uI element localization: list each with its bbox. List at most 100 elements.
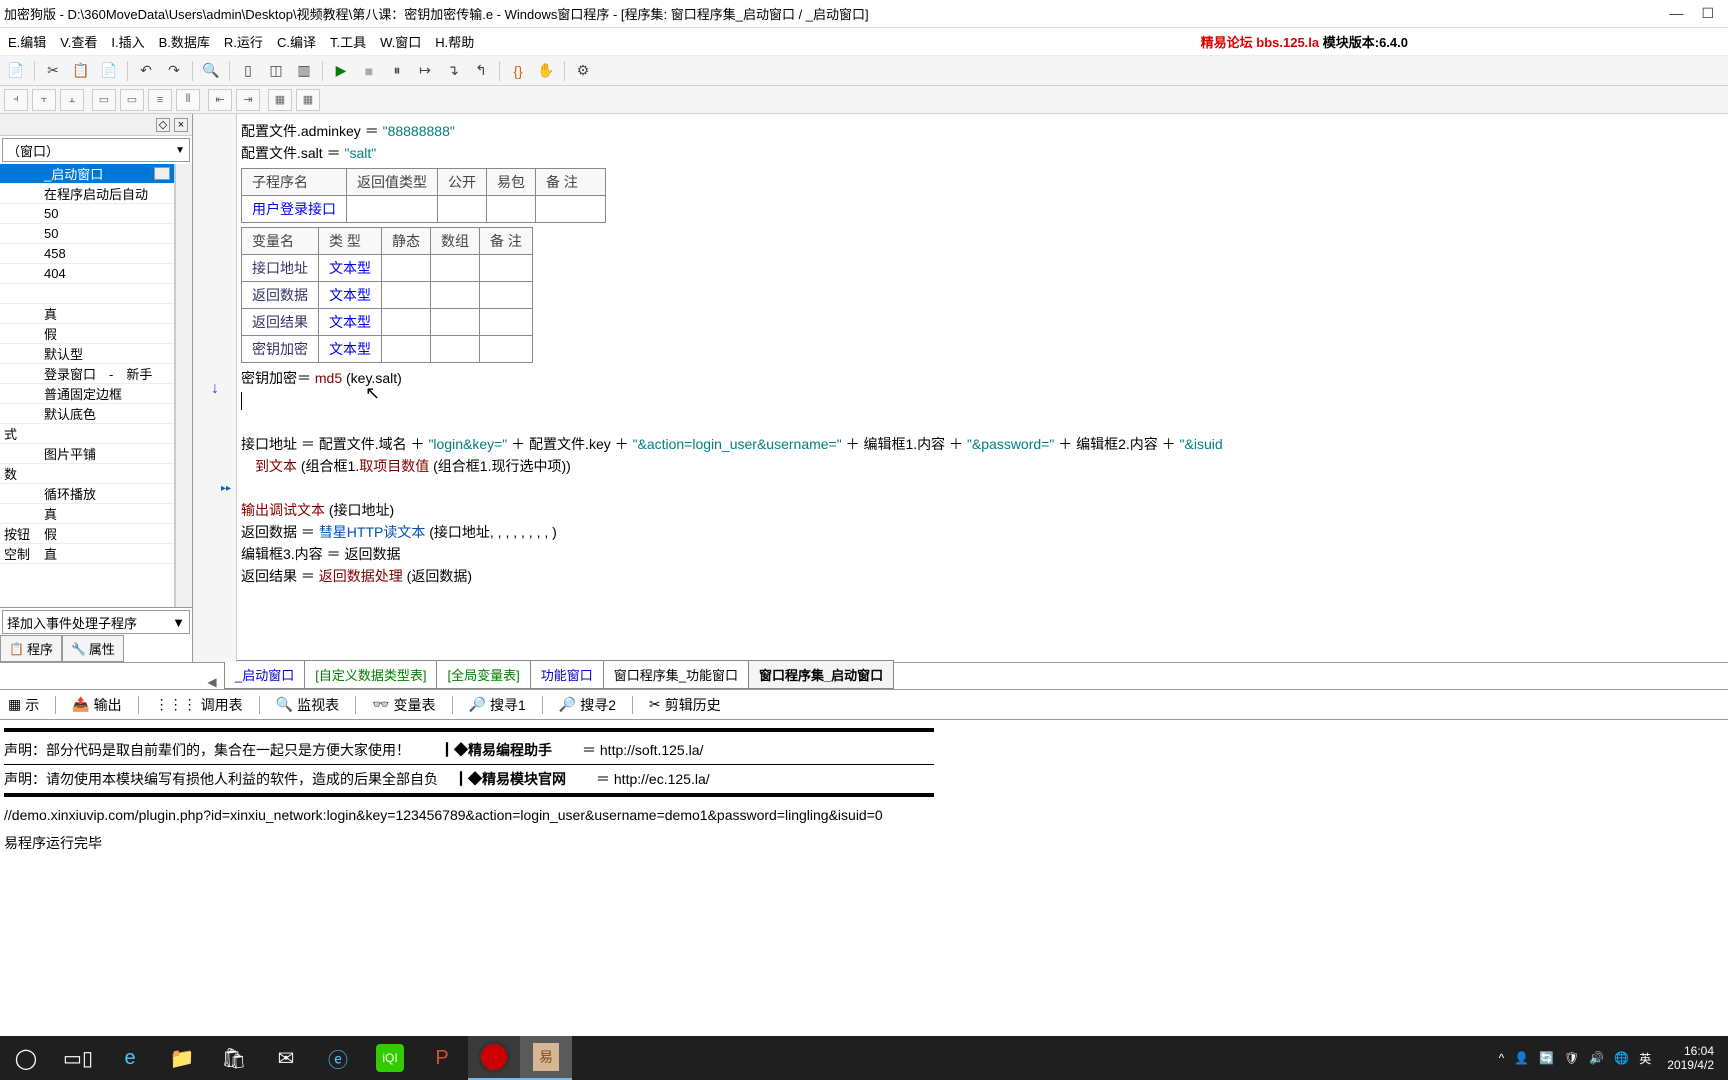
tab-custom-types[interactable]: [自定义数据类型表] bbox=[304, 660, 437, 689]
tray-net-icon[interactable]: 🌐 bbox=[1614, 1051, 1629, 1065]
tab-program[interactable]: 📋程序 bbox=[0, 635, 62, 662]
btab-search2[interactable]: 🔎搜寻2 bbox=[555, 693, 620, 717]
store-icon[interactable]: 🛍 bbox=[208, 1036, 260, 1080]
tool-new-icon[interactable]: 📄 bbox=[4, 59, 28, 83]
property-row[interactable]: 图片平铺 bbox=[0, 444, 174, 464]
powerpoint-icon[interactable]: P bbox=[416, 1036, 468, 1080]
step-icon[interactable]: ↦ bbox=[413, 59, 437, 83]
menu-insert[interactable]: I.插入 bbox=[111, 32, 144, 51]
paste-icon[interactable]: 📄 bbox=[97, 59, 121, 83]
minimize-button[interactable]: — bbox=[1669, 5, 1683, 22]
property-row[interactable]: 在程序启动后自动 bbox=[0, 184, 174, 204]
btab-vars[interactable]: 👓变量表 bbox=[368, 693, 439, 717]
stepout-icon[interactable]: ↰ bbox=[469, 59, 493, 83]
panel-pin-icon[interactable]: ◇ bbox=[156, 118, 170, 132]
tab-assembly-func[interactable]: 窗口程序集_功能窗口 bbox=[603, 660, 749, 689]
align6-icon[interactable]: ≡ bbox=[148, 89, 172, 111]
taskview-icon[interactable]: ▭▯ bbox=[52, 1036, 104, 1080]
undo-icon[interactable]: ↶ bbox=[134, 59, 158, 83]
btab-hint[interactable]: ▦示 bbox=[4, 693, 43, 717]
stop-icon[interactable]: ■ bbox=[357, 59, 381, 83]
property-row[interactable]: 真 bbox=[0, 304, 174, 324]
property-row[interactable]: 50 bbox=[0, 204, 174, 224]
align10-icon[interactable]: ▦ bbox=[268, 89, 292, 111]
tab-func-window[interactable]: 功能窗口 bbox=[530, 660, 604, 689]
menu-edit[interactable]: E.编辑 bbox=[8, 32, 46, 51]
hand-icon[interactable]: ✋ bbox=[534, 59, 558, 83]
btab-watch[interactable]: 🔍监视表 bbox=[272, 693, 343, 717]
pause-icon[interactable]: ⏸ bbox=[385, 59, 409, 83]
edge-icon[interactable]: e bbox=[104, 1036, 156, 1080]
object-selector[interactable]: （窗口） ▼ bbox=[2, 138, 190, 162]
align4-icon[interactable]: ▭ bbox=[92, 89, 116, 111]
tray-clock[interactable]: 16:042019/4/2 bbox=[1661, 1044, 1720, 1072]
align9-icon[interactable]: ⇥ bbox=[236, 89, 260, 111]
property-row[interactable]: 空制直 bbox=[0, 544, 174, 564]
layout2-icon[interactable]: ◫ bbox=[264, 59, 288, 83]
property-row[interactable]: 默认型 bbox=[0, 344, 174, 364]
menu-run[interactable]: R.运行 bbox=[224, 32, 263, 51]
btab-clip[interactable]: ✂剪辑历史 bbox=[645, 693, 725, 717]
panel-close-icon[interactable]: × bbox=[174, 118, 188, 132]
btab-calltable[interactable]: ⋮⋮⋮调用表 bbox=[151, 693, 247, 717]
tray-people-icon[interactable]: 👤 bbox=[1514, 1051, 1529, 1065]
align5-icon[interactable]: ▭ bbox=[120, 89, 144, 111]
property-row[interactable]: 数 bbox=[0, 464, 174, 484]
explorer-icon[interactable]: 📁 bbox=[156, 1036, 208, 1080]
tab-scroll-left-icon[interactable]: ◀ bbox=[200, 675, 224, 689]
scrollbar[interactable] bbox=[175, 164, 192, 607]
tray-ime[interactable]: 英 bbox=[1639, 1050, 1651, 1067]
align11-icon[interactable]: ▦ bbox=[296, 89, 320, 111]
gear-icon[interactable]: ⚙ bbox=[571, 59, 595, 83]
btab-output[interactable]: 📤输出 bbox=[68, 693, 125, 717]
property-row[interactable]: 普通固定边框 bbox=[0, 384, 174, 404]
menu-view[interactable]: V.查看 bbox=[60, 32, 97, 51]
property-grid[interactable]: _启动窗口…在程序启动后自动5050458404真假默认型登录窗口 - 新手普通… bbox=[0, 164, 192, 607]
menu-window[interactable]: W.窗口 bbox=[380, 32, 421, 51]
menu-compile[interactable]: C.编译 bbox=[277, 32, 316, 51]
property-row[interactable]: 循环播放 bbox=[0, 484, 174, 504]
maximize-button[interactable]: ☐ bbox=[1701, 5, 1714, 22]
system-tray[interactable]: ^ 👤 🔄 🛡 🔊 🌐 英 16:042019/4/2 bbox=[1499, 1044, 1728, 1072]
tray-sync-icon[interactable]: 🔄 bbox=[1539, 1051, 1554, 1065]
redo-icon[interactable]: ↷ bbox=[162, 59, 186, 83]
menu-database[interactable]: B.数据库 bbox=[159, 32, 210, 51]
align3-icon[interactable]: ⫠ bbox=[60, 89, 84, 111]
cut-icon[interactable]: ✂ bbox=[41, 59, 65, 83]
iqiyi-icon[interactable]: iQI bbox=[376, 1044, 404, 1072]
ie-icon[interactable]: ⓔ bbox=[312, 1036, 364, 1080]
property-row[interactable]: 404 bbox=[0, 264, 174, 284]
property-row[interactable] bbox=[0, 284, 174, 304]
property-row[interactable]: 50 bbox=[0, 224, 174, 244]
property-row[interactable]: 式 bbox=[0, 424, 174, 444]
record-app-icon[interactable] bbox=[468, 1036, 520, 1080]
add-event-combo[interactable]: 择加入事件处理子程序 ▼ bbox=[2, 610, 190, 634]
braces-icon[interactable]: {} bbox=[506, 59, 530, 83]
tray-up-icon[interactable]: ^ bbox=[1499, 1051, 1505, 1065]
output-panel[interactable]: 声明：部分代码是取自前辈们的，集合在一起只是方便大家使用！┃◆精易编程助手＝ h… bbox=[0, 720, 1728, 900]
code-editor[interactable]: 配置文件.adminkey ＝ "88888888" 配置文件.salt ＝ "… bbox=[237, 114, 1728, 662]
tab-global-vars[interactable]: [全局变量表] bbox=[436, 660, 530, 689]
align7-icon[interactable]: ⦀ bbox=[176, 89, 200, 111]
property-row[interactable]: 按钮假 bbox=[0, 524, 174, 544]
property-row[interactable]: 假 bbox=[0, 324, 174, 344]
e-lang-icon[interactable]: 易 bbox=[520, 1036, 572, 1080]
property-row[interactable]: 458 bbox=[0, 244, 174, 264]
search-icon[interactable]: 🔍 bbox=[199, 59, 223, 83]
layout3-icon[interactable]: ▥ bbox=[292, 59, 316, 83]
tray-vol-icon[interactable]: 🔊 bbox=[1589, 1051, 1604, 1065]
align2-icon[interactable]: ⫟ bbox=[32, 89, 56, 111]
property-row[interactable]: _启动窗口… bbox=[0, 164, 174, 184]
tab-assembly-startup[interactable]: 窗口程序集_启动窗口 bbox=[748, 660, 894, 689]
btab-search1[interactable]: 🔎搜寻1 bbox=[465, 693, 530, 717]
menu-help[interactable]: H.帮助 bbox=[435, 32, 474, 51]
tab-startup-window[interactable]: _启动窗口 bbox=[224, 660, 305, 689]
mail-icon[interactable]: ✉ bbox=[260, 1036, 312, 1080]
start-button[interactable]: ◯ bbox=[0, 1036, 52, 1080]
copy-icon[interactable]: 📋 bbox=[69, 59, 93, 83]
layout1-icon[interactable]: ▯ bbox=[236, 59, 260, 83]
menu-tools[interactable]: T.工具 bbox=[330, 32, 366, 51]
align8-icon[interactable]: ⇤ bbox=[208, 89, 232, 111]
tray-shield-icon[interactable]: 🛡 bbox=[1564, 1051, 1579, 1065]
tab-properties[interactable]: 🔧属性 bbox=[62, 635, 124, 662]
